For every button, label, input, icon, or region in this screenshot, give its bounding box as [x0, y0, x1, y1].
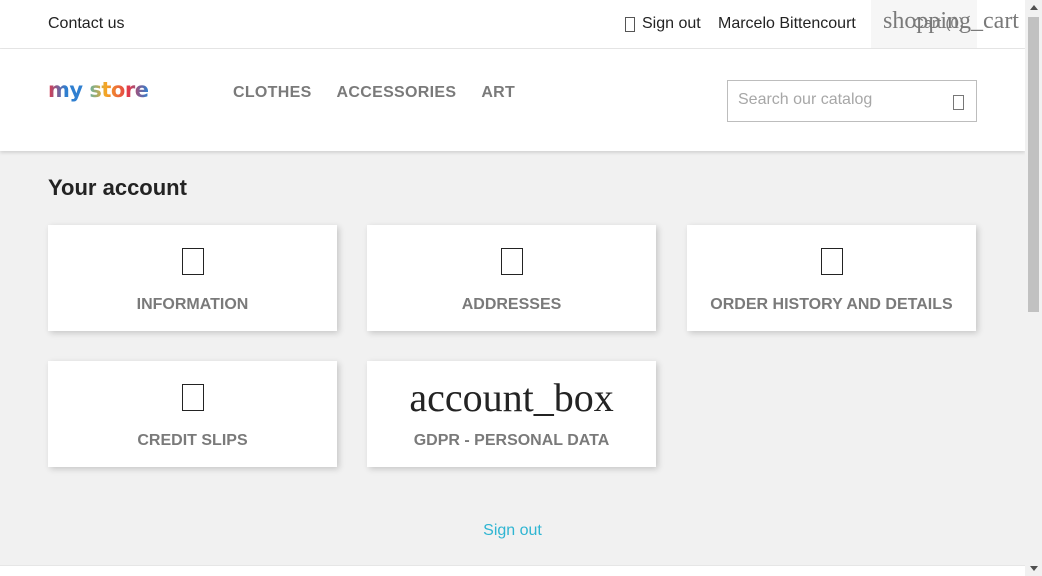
footer: [0, 565, 1025, 576]
main-nav: CLOTHES ACCESSORIES ART: [233, 84, 515, 102]
nav-item-art[interactable]: ART: [481, 84, 515, 102]
cart-button[interactable]: Cart (0) shopping_cart: [871, 0, 1019, 48]
sign-out-top-link[interactable]: Sign out: [625, 15, 701, 33]
nav-item-clothes[interactable]: CLOTHES: [233, 84, 312, 102]
page-title: Your account: [48, 175, 187, 200]
addresses-card-label: ADDRESSES: [461, 296, 562, 313]
site-header: my store CLOTHES ACCESSORIES ART: [0, 49, 1025, 151]
location-icon: [500, 248, 523, 275]
gdpr-card-label: GDPR - PERSONAL DATA: [413, 432, 610, 449]
order-history-card[interactable]: ORDER HISTORY AND DETAILS: [687, 225, 976, 331]
search-icon[interactable]: [953, 95, 964, 110]
order-history-card-label: ORDER HISTORY AND DETAILS: [710, 296, 953, 313]
vertical-scrollbar[interactable]: [1025, 0, 1042, 576]
scroll-up-arrow-icon[interactable]: [1030, 5, 1038, 10]
page: Contact us Sign out Marcelo Bittencourt …: [0, 0, 1025, 576]
addresses-card[interactable]: ADDRESSES: [367, 225, 656, 331]
credit-slips-card-label: CREDIT SLIPS: [137, 432, 248, 449]
account-box-icon: account_box: [409, 375, 614, 420]
scroll-down-arrow-icon[interactable]: [1030, 566, 1038, 571]
nav-item-accessories[interactable]: ACCESSORIES: [337, 84, 457, 102]
person-icon: [181, 248, 204, 275]
sign-out-link-wrapper: Sign out: [0, 522, 1025, 540]
sign-out-top-label: Sign out: [642, 15, 701, 32]
search-box: [727, 80, 977, 122]
information-card[interactable]: INFORMATION: [48, 225, 337, 331]
receipt-icon: [181, 384, 204, 411]
gdpr-card[interactable]: account_box GDPR - PERSONAL DATA: [367, 361, 656, 467]
sign-out-link[interactable]: Sign out: [483, 522, 542, 539]
shopping-cart-icon: shopping_cart: [883, 8, 1019, 34]
logo-part-store: store: [82, 78, 149, 102]
top-bar: Contact us Sign out Marcelo Bittencourt …: [0, 0, 1025, 49]
history-icon: [820, 248, 843, 275]
logo-part-my: my: [48, 78, 83, 102]
credit-slips-card[interactable]: CREDIT SLIPS: [48, 361, 337, 467]
information-card-label: INFORMATION: [136, 296, 249, 313]
search-input[interactable]: [738, 91, 938, 109]
store-logo[interactable]: my store: [48, 78, 149, 102]
contact-us-link[interactable]: Contact us: [48, 15, 124, 33]
account-username-link[interactable]: Marcelo Bittencourt: [718, 15, 856, 33]
lock-icon: [625, 16, 635, 32]
scrollbar-thumb[interactable]: [1028, 17, 1039, 312]
